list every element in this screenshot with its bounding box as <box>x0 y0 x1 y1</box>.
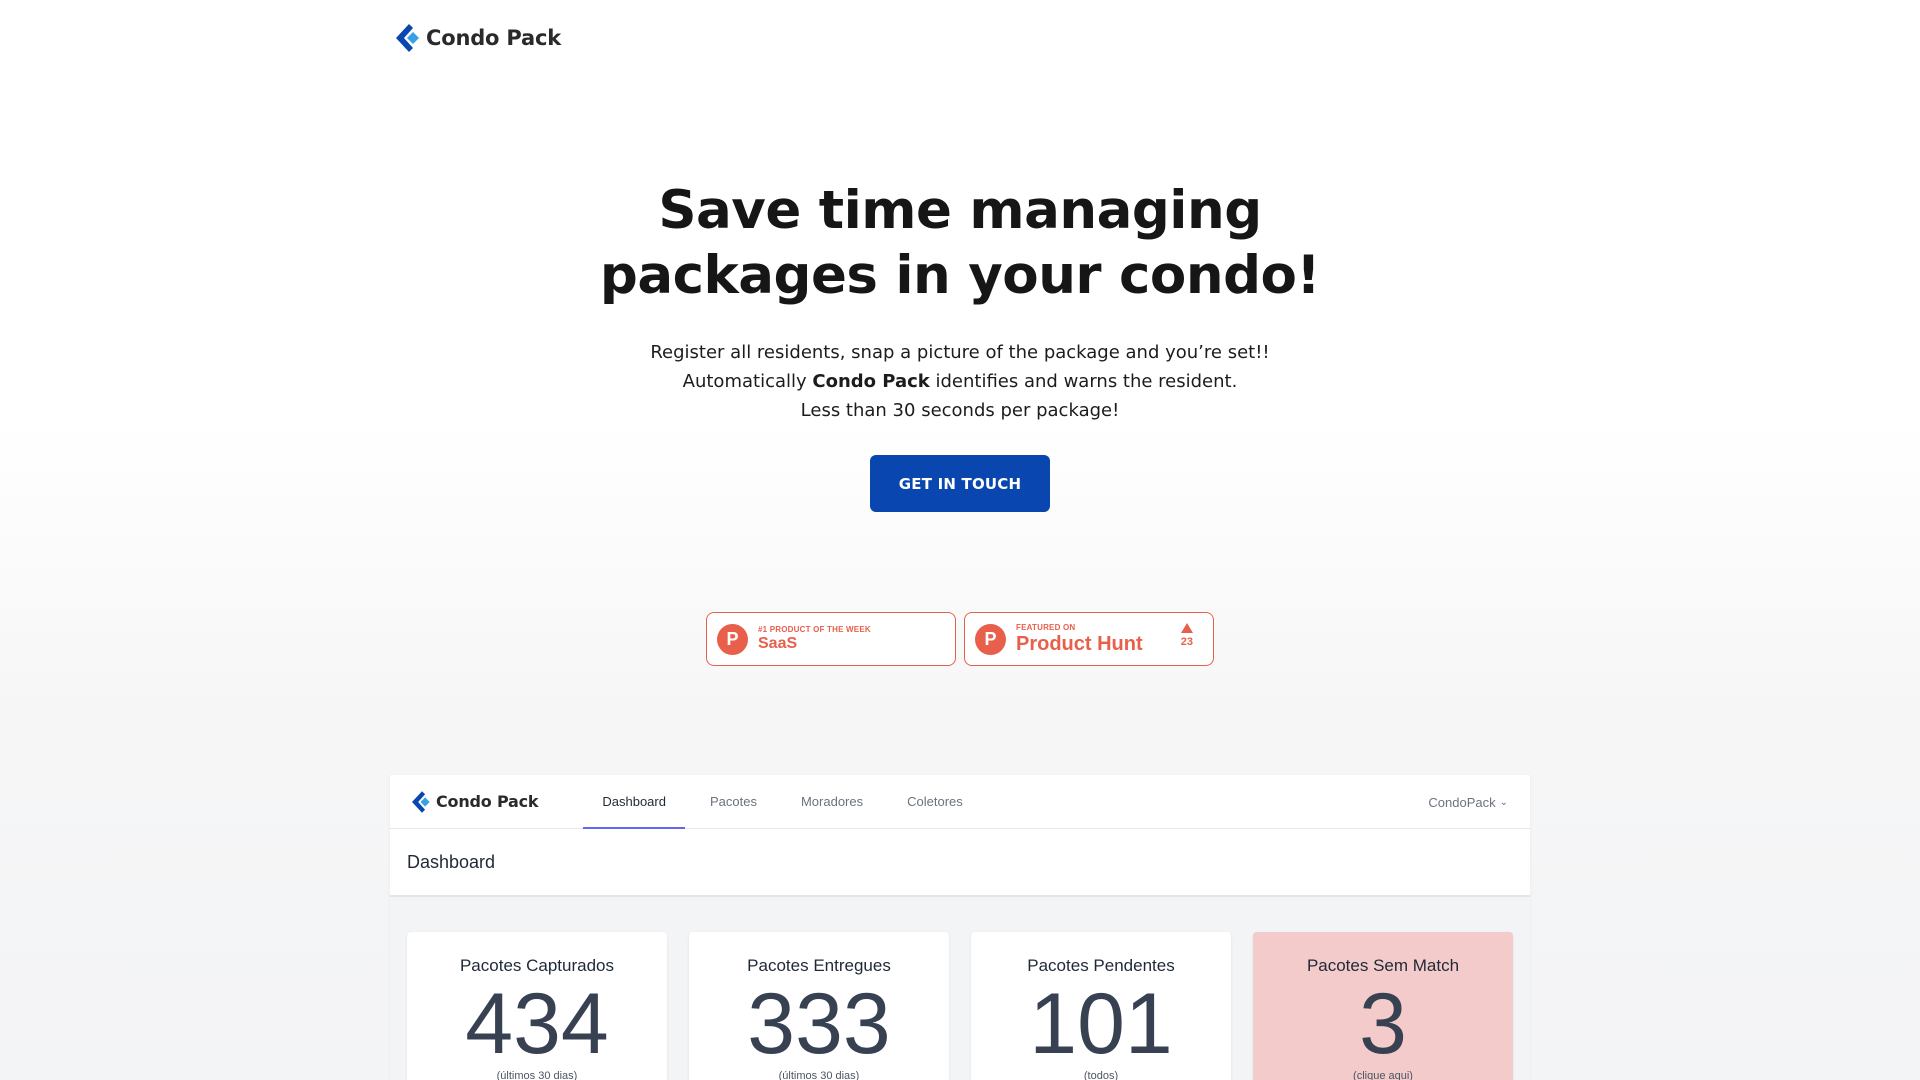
tab-moradores[interactable]: Moradores <box>779 775 885 829</box>
hero-sub-line2-post: identifies and warns the resident. <box>929 371 1238 392</box>
app-navbar: Condo Pack Dashboard Pacotes Moradores C… <box>390 775 1530 829</box>
stat-card-note: (últimos 30 dias) <box>496 1070 578 1080</box>
site-logo[interactable]: Condo Pack <box>396 24 561 52</box>
hero-sub-line3: Less than 30 seconds per package! <box>800 400 1120 421</box>
badge-title: Product Hunt <box>1016 632 1143 655</box>
tab-pacotes[interactable]: Pacotes <box>688 775 779 829</box>
featured-on-product-hunt-badge[interactable]: P FEATURED ON Product Hunt 23 <box>964 612 1214 666</box>
site-logo-text: Condo Pack <box>426 26 561 50</box>
hero-sub-line1: Register all residents, snap a picture o… <box>650 342 1270 363</box>
user-menu[interactable]: CondoPack ⌄ <box>1428 775 1508 829</box>
stat-card-unmatched[interactable]: Pacotes Sem Match 3 (clique aqui) <box>1253 932 1513 1080</box>
hero-sub-line2: Automatically Condo Pack identifies and … <box>0 367 1920 396</box>
user-menu-label: CondoPack <box>1428 794 1496 810</box>
condo-pack-logo-icon <box>412 790 430 813</box>
hero-sub-line2-pre: Automatically <box>682 371 813 392</box>
stat-card-title: Pacotes Sem Match <box>1306 956 1460 975</box>
stat-card-title: Pacotes Entregues <box>747 956 891 975</box>
product-hunt-icon: P <box>975 623 1006 655</box>
app-page-header: Dashboard <box>390 829 1530 897</box>
stat-card-value: 434 <box>465 976 609 1072</box>
stat-card-pending: Pacotes Pendentes 101 (todos) <box>971 932 1231 1080</box>
stat-card-title: Pacotes Pendentes <box>1027 956 1175 975</box>
stat-card-note: (todos) <box>1083 1070 1119 1080</box>
badge-caption: FEATURED ON <box>1016 622 1076 632</box>
stat-card-note: (clique aqui) <box>1353 1070 1413 1080</box>
app-nav-tabs: Dashboard Pacotes Moradores Coletores <box>580 775 984 829</box>
stat-card-captured: Pacotes Capturados 434 (últimos 30 dias) <box>407 932 667 1080</box>
upvote-triangle-icon <box>1180 623 1193 633</box>
upvote-count: 23 <box>1181 623 1193 649</box>
tab-dashboard[interactable]: Dashboard <box>580 775 688 829</box>
badge-caption: #1 PRODUCT OF THE WEEK <box>758 625 871 634</box>
hero-title-line1: Save time managing <box>658 180 1262 241</box>
app-logo[interactable]: Condo Pack <box>412 790 539 813</box>
app-preview: Condo Pack Dashboard Pacotes Moradores C… <box>390 775 1530 1080</box>
stat-card-note: (últimos 30 dias) <box>778 1070 860 1080</box>
chevron-down-icon: ⌄ <box>1499 796 1508 808</box>
upvote-number: 23 <box>1180 636 1193 648</box>
stat-card-delivered: Pacotes Entregues 333 (últimos 30 dias) <box>689 932 949 1080</box>
product-of-the-week-badge[interactable]: P #1 PRODUCT OF THE WEEK SaaS <box>706 612 956 666</box>
hero-title: Save time managing packages in your cond… <box>0 178 1920 308</box>
product-hunt-icon: P <box>717 623 748 655</box>
stat-card-value: 101 <box>1029 976 1173 1072</box>
page-title: Dashboard <box>407 851 496 872</box>
app-logo-text: Condo Pack <box>436 792 539 811</box>
get-in-touch-button[interactable]: GET IN TOUCH <box>870 455 1050 512</box>
hero-title-line2: packages in your condo! <box>599 245 1321 306</box>
hero-subtitle: Register all residents, snap a picture o… <box>0 338 1920 425</box>
tab-coletores[interactable]: Coletores <box>885 775 985 829</box>
hero-sub-line2-brand: Condo Pack <box>812 371 930 392</box>
condo-pack-logo-icon <box>396 24 419 52</box>
stat-card-title: Pacotes Capturados <box>459 956 615 975</box>
stats-cards: Pacotes Capturados 434 (últimos 30 dias)… <box>390 897 1530 1080</box>
stat-card-value: 333 <box>747 976 891 1072</box>
stat-card-value: 3 <box>1359 976 1407 1072</box>
badge-title: SaaS <box>758 635 798 652</box>
